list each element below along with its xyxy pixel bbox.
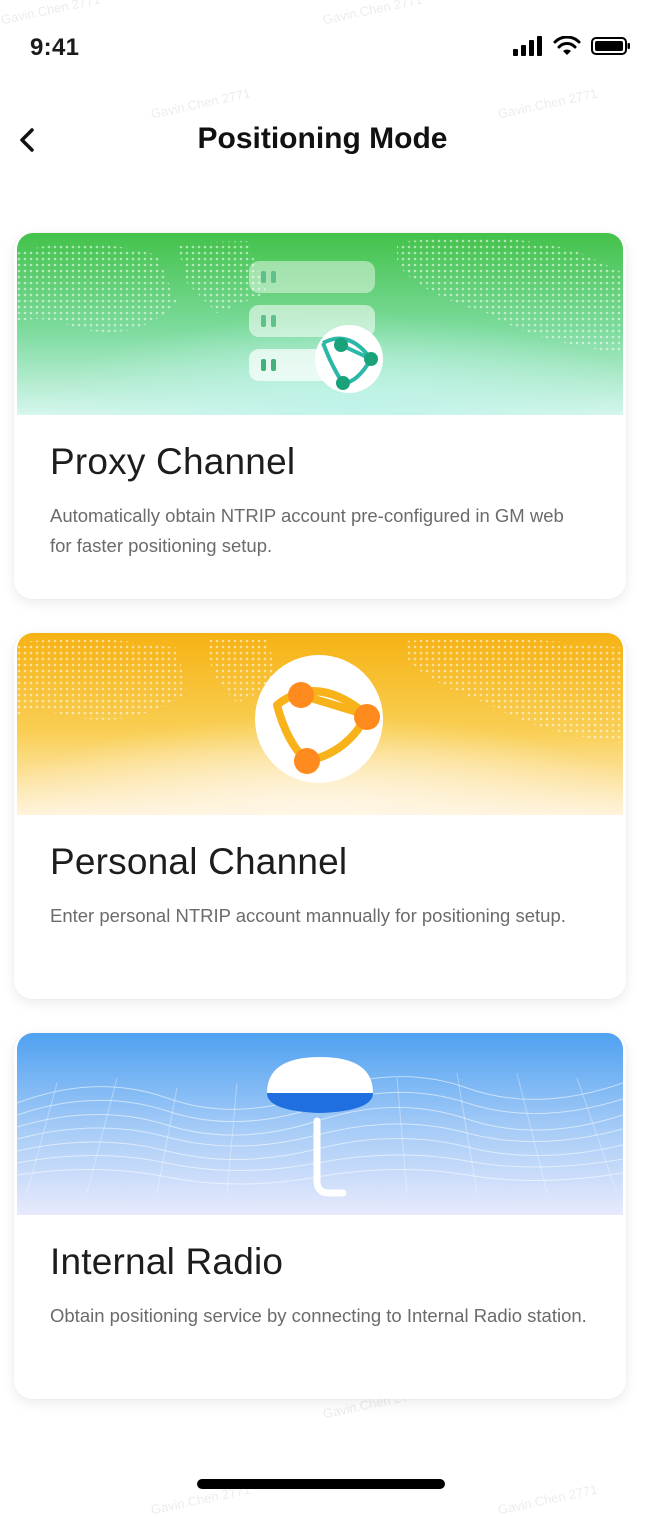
globe-network-icon: [255, 655, 383, 783]
watermark: Gavin.Chen 2771: [496, 1481, 599, 1517]
proxy-channel-card[interactable]: Proxy Channel Automatically obtain NTRIP…: [14, 233, 626, 599]
card-description: Enter personal NTRIP account mannually f…: [50, 905, 566, 926]
nav-bar: Positioning Mode: [0, 108, 645, 178]
card-banner: [17, 633, 623, 815]
status-icons: [513, 36, 631, 56]
cellular-signal-icon: [513, 36, 542, 56]
personal-channel-card[interactable]: Personal Channel Enter personal NTRIP ac…: [14, 633, 626, 999]
card-title: Proxy Channel: [50, 441, 296, 482]
status-time: 9:41: [30, 34, 80, 61]
card-description: Automatically obtain NTRIP account pre-c…: [50, 505, 564, 556]
wifi-icon: [553, 36, 581, 55]
page-title: Positioning Mode: [197, 122, 448, 155]
card-title: Personal Channel: [50, 841, 348, 882]
server-network-icon: [249, 261, 383, 393]
battery-icon: [591, 37, 630, 55]
card-title: Internal Radio: [50, 1241, 284, 1282]
home-indicator: [197, 1479, 445, 1489]
card-description: Obtain positioning service by connecting…: [50, 1305, 587, 1326]
card-banner: [17, 1033, 623, 1215]
card-banner: [17, 233, 623, 415]
internal-radio-card[interactable]: Internal Radio Obtain positioning servic…: [14, 1033, 626, 1399]
status-bar: 9:41: [0, 0, 645, 90]
